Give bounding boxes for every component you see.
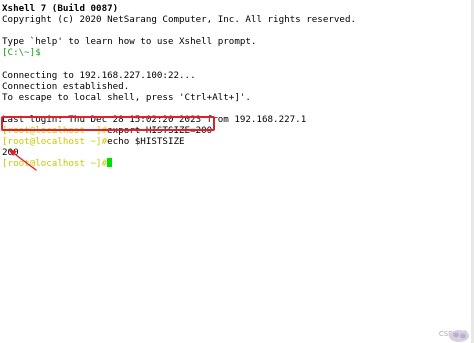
- annotation-arrow-icon: [8, 149, 37, 171]
- terminal-window[interactable]: Xshell 7 (Build 0087) Copyright (c) 2020…: [0, 0, 474, 343]
- watermark-avatar-icon: [449, 330, 469, 342]
